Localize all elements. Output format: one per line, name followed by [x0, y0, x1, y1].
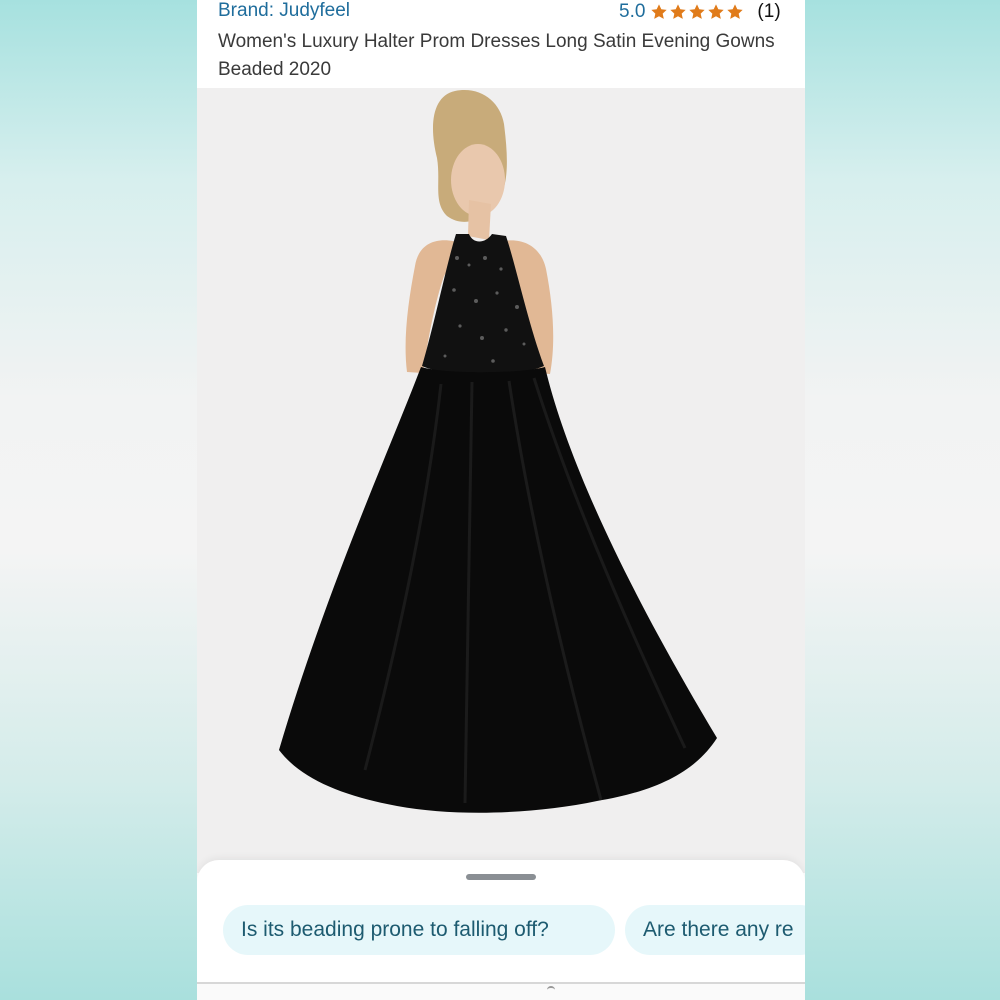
star-icon: [727, 4, 744, 19]
star-icon: [708, 4, 725, 19]
product-page: Brand: Judyfeel 5.0 (1) Women's Luxury H…: [197, 0, 805, 1000]
bottom-bar-icon: [547, 986, 555, 994]
rating-value: 5.0: [619, 1, 646, 22]
bottom-input-bar[interactable]: [197, 982, 805, 1000]
rating-summary[interactable]: 5.0 (1): [619, 1, 781, 23]
brand-link[interactable]: Brand: Judyfeel: [218, 0, 350, 22]
review-count: (1): [757, 1, 781, 22]
question-chip[interactable]: Is its beading prone to falling off?: [223, 905, 615, 955]
star-icon: [670, 4, 687, 19]
product-image[interactable]: [197, 88, 805, 873]
dress-photo: [197, 88, 805, 873]
star-rating: [650, 3, 745, 21]
question-chip[interactable]: Are there any re: [625, 905, 805, 955]
star-icon: [689, 4, 706, 19]
drag-handle-icon[interactable]: [466, 874, 536, 880]
question-sheet: Is its beading prone to falling off? Are…: [197, 860, 805, 1000]
product-title: Women's Luxury Halter Prom Dresses Long …: [218, 31, 775, 80]
star-icon: [651, 4, 668, 19]
product-header: Brand: Judyfeel 5.0 (1) Women's Luxury H…: [197, 0, 805, 88]
